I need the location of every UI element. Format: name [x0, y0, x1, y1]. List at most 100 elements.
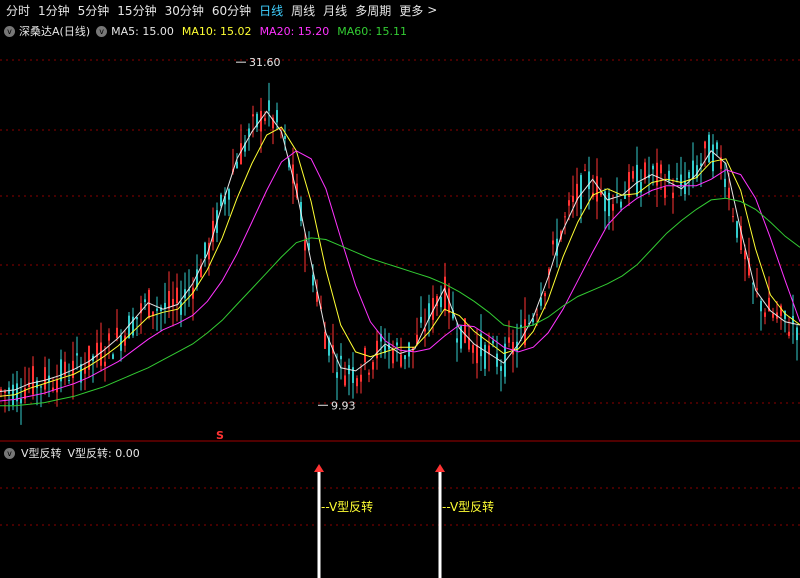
signal-arrow-icon [435, 464, 445, 472]
candle-body [544, 293, 546, 297]
candle-body [40, 386, 42, 388]
candle-body [220, 194, 222, 206]
signal-label: --V型反转 [321, 499, 373, 514]
sub-indicator-value: V型反转: 0.00 [67, 447, 140, 460]
high-price-label: 31.60 [249, 56, 281, 69]
candle-body [588, 171, 590, 190]
candle-body [400, 354, 402, 367]
candle-body [392, 349, 394, 364]
candle-body [44, 367, 46, 390]
candle-body [108, 333, 110, 341]
candle-body [684, 180, 686, 195]
candle-body [732, 216, 734, 218]
candle-body [596, 176, 598, 202]
candle-body [440, 297, 442, 308]
candle-body [772, 313, 774, 318]
candle-body [788, 331, 790, 336]
candle-body [580, 175, 582, 209]
candle-body [736, 221, 738, 238]
stock-name: 深桑达A(日线) [19, 25, 91, 38]
low-price-label: 9.93 [331, 399, 356, 412]
tab-3[interactable]: 15分钟 [117, 2, 156, 19]
candle-body [608, 192, 610, 217]
candle-body [652, 165, 654, 170]
candle-body [356, 378, 358, 387]
settings-icon[interactable]: v [96, 25, 108, 37]
candle-body [252, 114, 254, 117]
candle-body [156, 308, 158, 311]
candle-body [508, 337, 510, 343]
candle-body [172, 298, 174, 307]
candle-body [444, 276, 446, 311]
candle-body [404, 355, 406, 360]
candle-body [100, 342, 102, 366]
candle-body [180, 302, 182, 315]
kline-chart[interactable]: 31.60 9.93 S --V型反转 --V型反转 [0, 20, 800, 578]
candle-body [176, 287, 178, 304]
ma60-label: MA60: 15.11 [337, 24, 407, 38]
tab-10[interactable]: 更多 [399, 2, 423, 19]
period-toolbar: 分时 1分钟 5分钟 15分钟 30分钟 60分钟 日线 周线 月线 多周期 更多 > [0, 0, 800, 20]
candle-body [268, 100, 270, 111]
candle-body [116, 327, 118, 339]
candle-body [396, 342, 398, 346]
tab-1[interactable]: 1分钟 [38, 2, 70, 19]
candle-body [760, 300, 762, 312]
tab-4[interactable]: 30分钟 [165, 2, 204, 19]
tab-6[interactable]: 日线 [259, 2, 283, 19]
candle-body [632, 171, 634, 179]
candle-body [56, 379, 58, 393]
tab-0[interactable]: 分时 [6, 2, 30, 19]
candle-body [692, 160, 694, 179]
sub-collapse-icon[interactable]: v [4, 447, 15, 459]
candle-body [376, 340, 378, 359]
tab-2[interactable]: 5分钟 [78, 2, 110, 19]
collapse-icon[interactable]: v [4, 25, 15, 37]
candle-body [76, 353, 78, 356]
tab-5[interactable]: 60分钟 [212, 2, 251, 19]
candle-body [456, 338, 458, 343]
candle-body [164, 302, 166, 309]
candle-body [704, 141, 706, 149]
candle-body [228, 189, 230, 200]
candle-body [408, 342, 410, 357]
candle-body [80, 364, 82, 383]
candle-body [796, 327, 798, 341]
tab-9[interactable]: 多周期 [355, 2, 391, 19]
ma10-label: MA10: 15.02 [181, 24, 252, 38]
candle-body [360, 374, 362, 382]
signal-arrow-icon [314, 464, 324, 472]
candle-body [500, 366, 502, 371]
candle-body [20, 398, 22, 404]
candle-body [660, 164, 662, 174]
candle-body [708, 134, 710, 163]
tab-7[interactable]: 周线 [291, 2, 315, 19]
candle-body [620, 201, 622, 208]
candle-body [204, 242, 206, 259]
chart-legend: v 深桑达A(日线) v MA5: 15.00 MA10: 15.02 MA20… [4, 23, 415, 39]
candle-body [104, 361, 106, 367]
candle-body [420, 316, 422, 323]
more-arrow-icon[interactable]: > [427, 3, 437, 17]
candle-body [724, 178, 726, 187]
candle-body [536, 314, 538, 316]
candle-body [68, 380, 70, 382]
candle-body [372, 362, 374, 370]
candle-body [688, 172, 690, 178]
s-marker: S [216, 429, 224, 442]
candle-body [600, 192, 602, 195]
candle-body [260, 110, 262, 132]
candle-body [344, 375, 346, 386]
candle-body [144, 299, 146, 303]
candle-body [32, 366, 34, 395]
candle-body [552, 240, 554, 245]
ma20-label: MA20: 15.20 [259, 24, 330, 38]
candle-body [304, 239, 306, 251]
tab-8[interactable]: 月线 [323, 2, 347, 19]
candle-body [716, 142, 718, 150]
candle-body [712, 144, 714, 172]
candle-body [568, 200, 570, 206]
candle-body [264, 118, 266, 121]
candle-body [612, 204, 614, 211]
candle-body [236, 161, 238, 169]
